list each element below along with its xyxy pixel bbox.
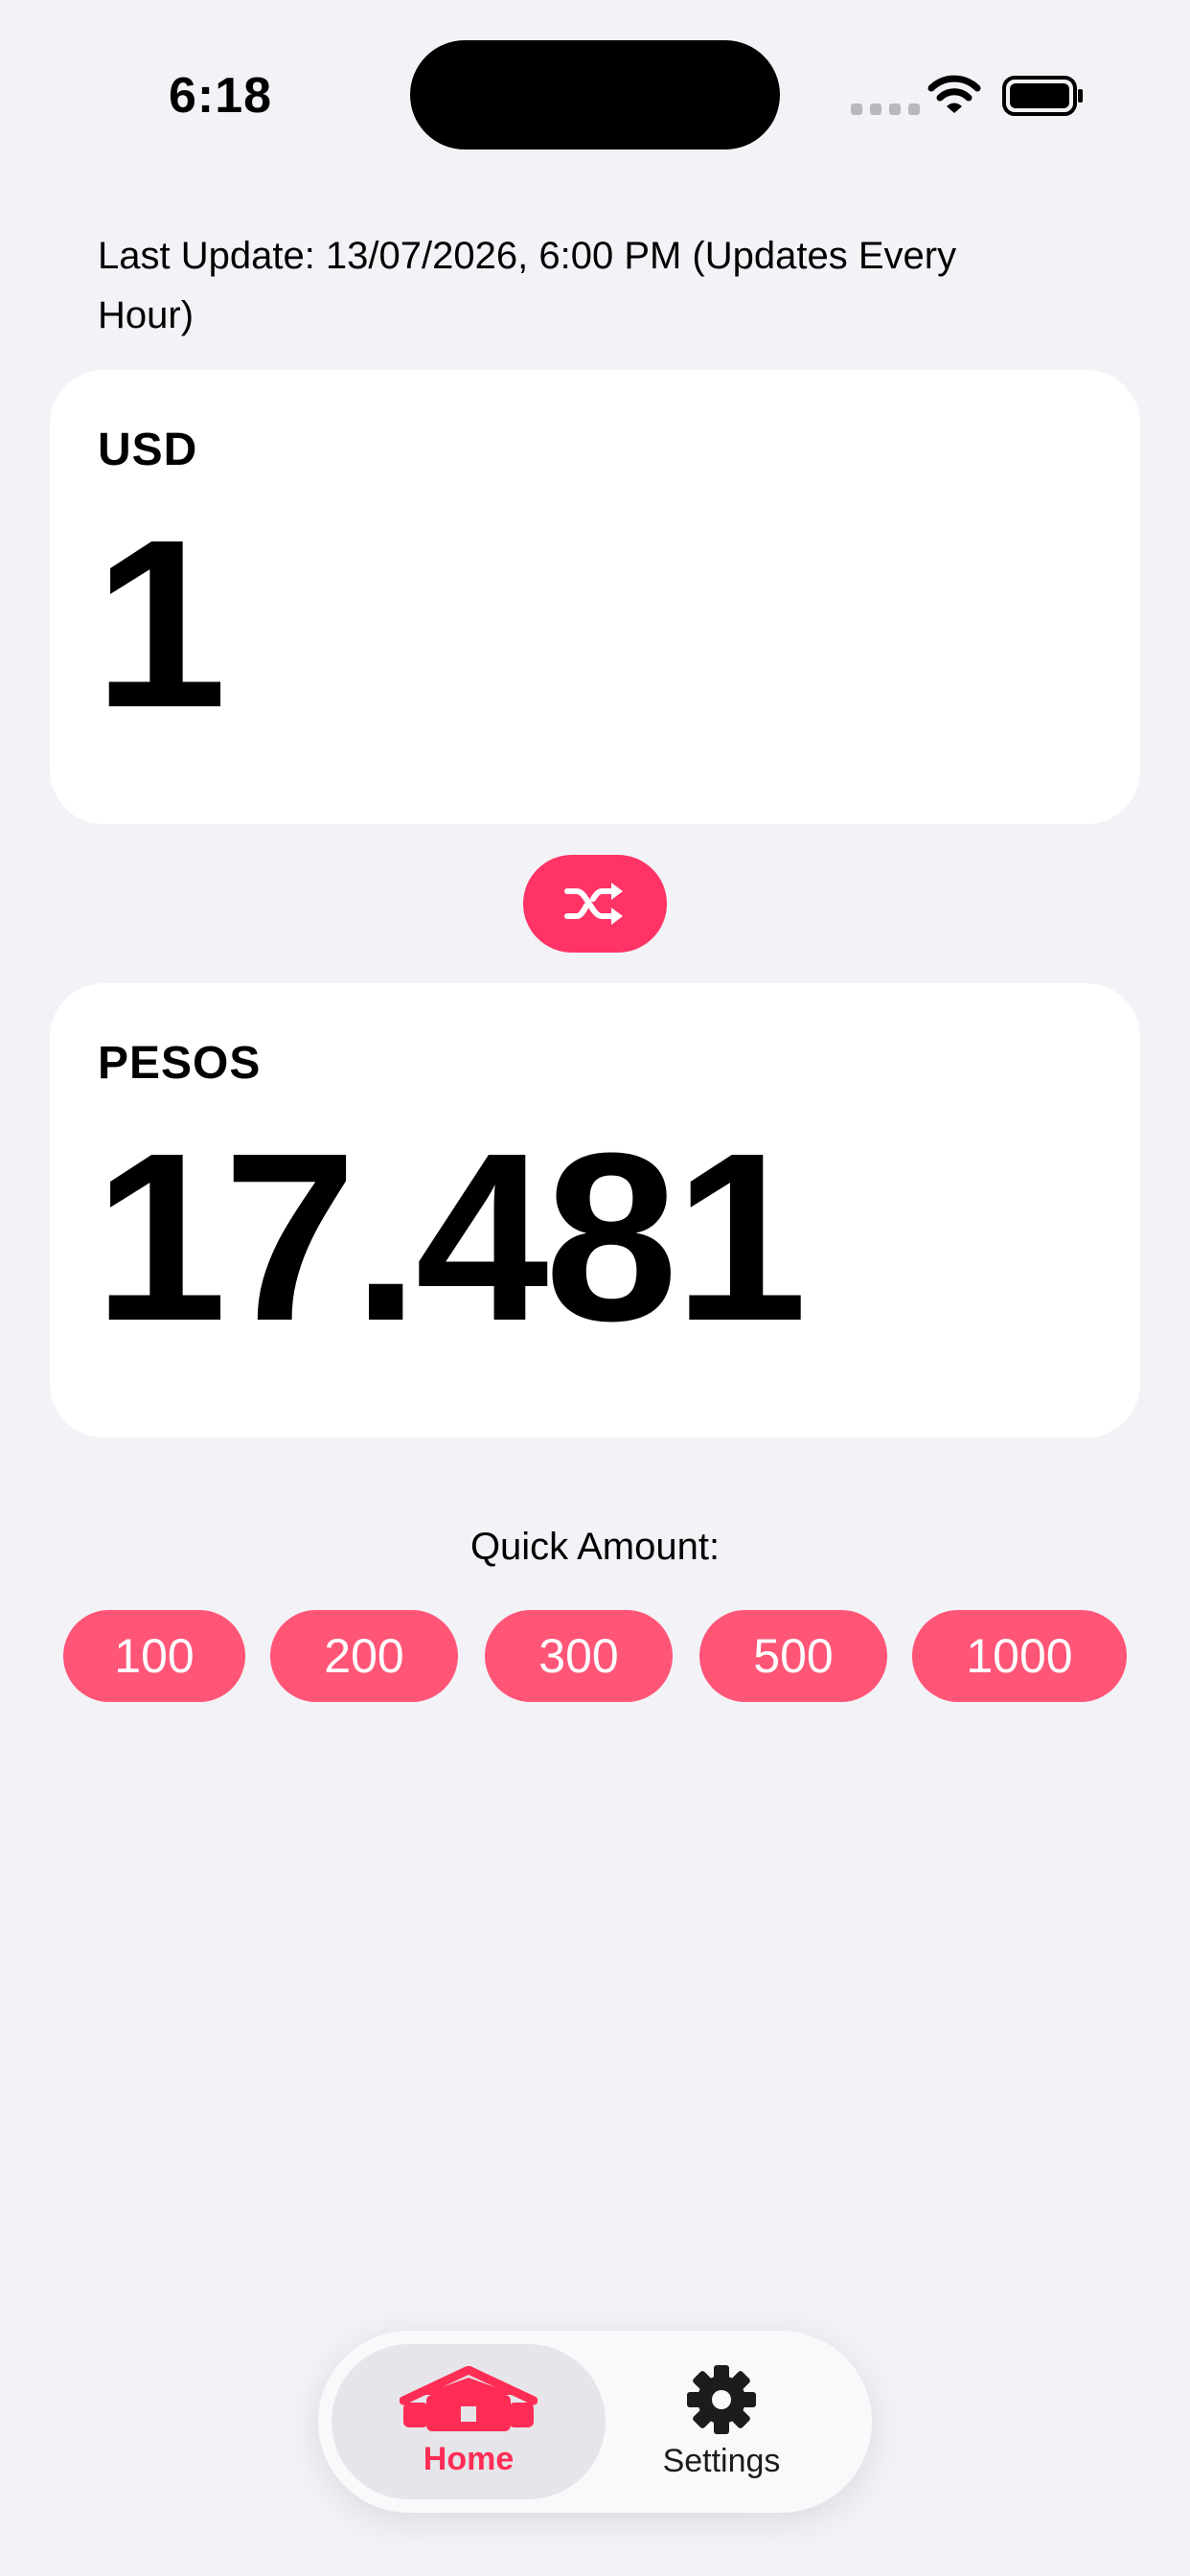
quick-amount-300-button[interactable]: 300 xyxy=(485,1610,673,1702)
tab-settings-label: Settings xyxy=(662,2442,781,2479)
converted-amount: 17.481 xyxy=(94,1103,808,1370)
quick-amount-100-button[interactable]: 100 xyxy=(63,1610,245,1702)
to-currency-label: PESOS xyxy=(98,1038,262,1089)
gear-icon xyxy=(687,2364,756,2434)
cellular-signal-icon xyxy=(851,104,920,115)
home-icon xyxy=(400,2365,538,2431)
from-currency-card[interactable]: USD 1 xyxy=(50,370,1140,824)
quick-amount-buttons: 100 200 300 500 1000 xyxy=(63,1610,1127,1702)
quick-amount-200-button[interactable]: 200 xyxy=(270,1610,458,1702)
tab-home[interactable]: Home xyxy=(332,2344,606,2499)
quick-amount-label: Quick Amount: xyxy=(469,1526,721,1568)
tab-home-label: Home xyxy=(423,2440,515,2477)
screen: 6:18 Last Update: 13/07/2026, 6:00 PM (U… xyxy=(0,0,1190,2576)
quick-amount-500-button[interactable]: 500 xyxy=(699,1610,887,1702)
dynamic-island xyxy=(410,40,780,150)
tab-settings[interactable]: Settings xyxy=(584,2344,858,2499)
battery-icon xyxy=(1002,76,1083,116)
last-update-text: Last Update: 13/07/2026, 6:00 PM (Update… xyxy=(98,235,957,336)
tab-bar: Home Settings xyxy=(318,2331,872,2513)
status-time: 6:18 xyxy=(169,68,273,124)
quick-amount-1000-button[interactable]: 1000 xyxy=(912,1610,1127,1702)
shuffle-icon xyxy=(564,883,623,925)
from-amount-input[interactable]: 1 xyxy=(94,504,227,744)
to-currency-card: PESOS 17.481 xyxy=(50,983,1140,1438)
wifi-icon xyxy=(927,75,981,113)
swap-currencies-button[interactable] xyxy=(523,855,667,953)
from-currency-label: USD xyxy=(98,425,198,475)
